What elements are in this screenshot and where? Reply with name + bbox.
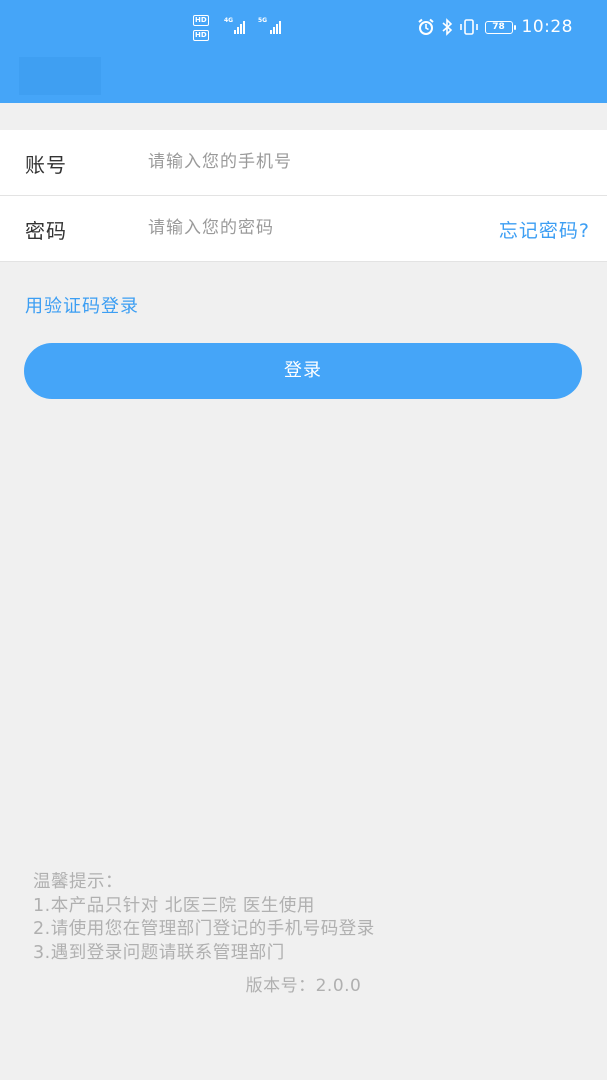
status-bar: HD HD 4G 5G 78 10:28 (0, 0, 607, 56)
forgot-password-link[interactable]: 忘记密码? (499, 216, 590, 243)
app-header: HD HD 4G 5G 78 10:28 (0, 0, 607, 103)
network-4g-label: 4G (224, 17, 234, 24)
password-row: 密码 忘记密码? (0, 196, 607, 262)
hd-badge: HD (193, 15, 209, 26)
tips-title: 温馨提示： (33, 872, 123, 892)
battery-level: 78 (484, 20, 513, 34)
signal-icon-1 (234, 20, 245, 34)
password-label: 密码 (25, 219, 67, 243)
tips-line: 2.请使用您在管理部门登记的手机号码登录 (33, 919, 375, 939)
tips-line: 3.遇到登录问题请联系管理部门 (33, 942, 285, 963)
account-label: 账号 (25, 153, 67, 177)
hd-indicator-2: HD (193, 30, 210, 41)
bluetooth-icon (441, 18, 452, 36)
tips-block: 温馨提示： 1.本产品只针对 北医三院 医生使用 2.请使用您在管理部门登记的手… (33, 871, 375, 965)
status-right: 78 10:28 (417, 17, 574, 37)
hd-badge: HD (193, 30, 209, 41)
password-input[interactable] (148, 212, 448, 244)
login-button[interactable]: 登录 (24, 343, 582, 399)
version-label: 版本号：2.0.0 (245, 976, 362, 996)
sms-code-login-link[interactable]: 用验证码登录 (25, 292, 139, 318)
back-button[interactable] (19, 57, 101, 95)
account-row: 账号 (0, 130, 607, 196)
hd-indicator-1: HD (193, 15, 210, 26)
login-form: 账号 密码 忘记密码? (0, 130, 607, 262)
tips-line: 1.本产品只针对 北医三院 医生使用 (33, 895, 315, 916)
battery-icon: 78 (484, 20, 516, 34)
clock: 10:28 (521, 17, 573, 37)
vibrate-icon (459, 19, 478, 35)
login-screen: HD HD 4G 5G 78 10:28 账号 请输入您的手机号 密码 忘记密码… (0, 0, 607, 1080)
alarm-icon (417, 18, 434, 35)
network-5g-label: 5G (258, 17, 268, 24)
account-input[interactable] (148, 146, 468, 178)
signal-icon-2 (270, 20, 281, 34)
